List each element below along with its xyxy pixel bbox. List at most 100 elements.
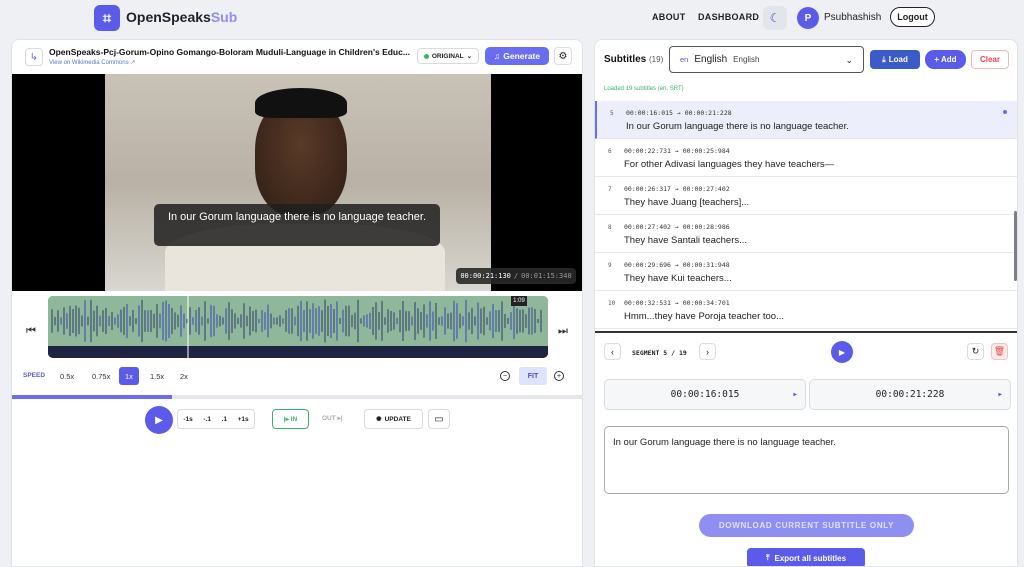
cursor-time-label: 1:09 [511, 296, 527, 306]
upload-icon: ⤒ [765, 553, 770, 562]
lang-name: English [694, 54, 728, 65]
step-back-01[interactable]: -.1 [203, 416, 211, 423]
row-number: 6 [608, 148, 612, 155]
zoom-in-icon[interactable]: + [554, 371, 564, 381]
minimap-strip [48, 346, 548, 358]
video-panel: ↳ OpenSpeaks-Pcj-Gorum-Opino Gomango-Bol… [11, 39, 583, 567]
update-label: UPDATE [384, 415, 411, 423]
top-nav: ⌗ OpenSpeaksSub ABOUT DASHBOARD ☾ P Psub… [0, 0, 1024, 36]
video-caption: In our Gorum language there is no langua… [154, 204, 440, 246]
speed-0-5x[interactable]: 0.5x [54, 367, 80, 385]
end-time-field[interactable]: 00:00:21:228 ▶ [809, 379, 1011, 410]
source-text: View on Wikimedia Commons [49, 60, 129, 66]
out-icon: ▸| [337, 415, 343, 422]
update-button[interactable]: ✺ UPDATE [364, 409, 423, 429]
clear-button[interactable]: Clear [971, 50, 1009, 69]
dark-mode-icon[interactable]: ☾ [763, 6, 787, 30]
set-out-button[interactable]: OUT ▸| [322, 414, 343, 422]
download-current-button[interactable]: DOWNLOAD CURRENT SUBTITLE ONLY [699, 514, 914, 537]
loaded-message: Loaded 19 subtitles (en, SRT) [604, 86, 684, 92]
subtitle-row[interactable]: 6 00:00:22:731 → 00:00:25:984 For other … [595, 139, 1017, 177]
delete-icon[interactable]: 🗑 [991, 343, 1008, 360]
play-start-icon[interactable]: ▶ [793, 391, 797, 398]
subtitle-row[interactable]: 5 00:00:16:015 → 00:00:21:228 In our Gor… [595, 101, 1017, 139]
row-text: In our Gorum language there is no langua… [626, 121, 849, 132]
speed-2x[interactable]: 2x [174, 367, 194, 385]
row-text: They have Kui teachers... [624, 273, 732, 284]
divider [595, 331, 1017, 333]
load-button[interactable]: ⤓ Load [870, 50, 920, 69]
segment-label: SEGMENT 5 / 19 [632, 349, 687, 357]
start-time-field[interactable]: 00:00:16:015 ▶ [604, 379, 806, 410]
play-button[interactable]: ▶ [145, 406, 173, 434]
add-button[interactable]: + Add [925, 50, 966, 69]
playback-progress[interactable] [12, 395, 582, 399]
in-label: IN [290, 415, 298, 423]
wikimedia-link[interactable]: View on Wikimedia Commons ↗ [49, 59, 135, 66]
time-separator: / [513, 272, 519, 280]
segment-play-button[interactable]: ▶ [831, 341, 853, 363]
brand-name[interactable]: OpenSpeaksSub [126, 9, 237, 25]
video-player[interactable]: In our Gorum language there is no langua… [12, 74, 582, 294]
waveform[interactable]: 1:09 [48, 296, 548, 358]
chevron-down-icon: ⌄ [845, 55, 853, 65]
speed-label: SPEED [23, 372, 46, 379]
fit-button[interactable]: FIT [519, 367, 547, 385]
duration: 00:01:15:340 [521, 272, 572, 280]
speed-1x[interactable]: 1x [119, 367, 139, 385]
back-icon[interactable]: ↳ [25, 48, 43, 66]
download-icon: ⤓ [882, 54, 886, 64]
row-time: 00:00:26:317 → 00:00:27:402 [624, 185, 730, 193]
prev-segment-icon[interactable]: ‹ [604, 343, 621, 360]
subtitle-row[interactable]: 9 00:00:29:696 → 00:00:31:948 They have … [595, 253, 1017, 291]
row-time: 00:00:16:015 → 00:00:21:228 [626, 109, 732, 117]
skip-start-icon[interactable]: ⏮ [26, 325, 36, 338]
music-note-icon: ♫ [493, 51, 501, 61]
nav-dashboard[interactable]: DASHBOARD [698, 12, 759, 22]
nav-about[interactable]: ABOUT [652, 12, 686, 22]
play-end-icon[interactable]: ▶ [998, 391, 1002, 398]
skip-end-icon[interactable]: ⏭ [558, 325, 568, 338]
segment-nav: ‹ SEGMENT 5 / 19 › ▶ ↻ 🗑 [595, 340, 1017, 366]
original-track-select[interactable]: ORIGINAL ⌄ [417, 48, 479, 64]
gear-icon[interactable]: ⚙ [554, 47, 572, 65]
row-time: 00:00:27:402 → 00:00:28:986 [624, 223, 730, 231]
list-scrollbar[interactable] [1014, 211, 1017, 281]
subtitle-row[interactable]: 8 00:00:27:402 → 00:00:28:986 They have … [595, 215, 1017, 253]
speaker-hair [255, 88, 347, 118]
active-dot-icon [1003, 110, 1007, 114]
step-back-1s[interactable]: -1s [183, 416, 192, 423]
row-time: 00:00:32:531 → 00:00:34:701 [624, 299, 730, 307]
redo-icon[interactable]: ↻ [967, 343, 984, 360]
logout-button[interactable]: Logout [890, 7, 935, 27]
username: Psubhashish [824, 12, 882, 23]
subtitle-row[interactable]: 10 00:00:32:531 → 00:00:34:701 Hmm...the… [595, 291, 1017, 329]
next-segment-icon[interactable]: › [699, 343, 716, 360]
subtitle-row[interactable]: 7 00:00:26:317 → 00:00:27:402 They have … [595, 177, 1017, 215]
lang-native: English [733, 55, 760, 64]
comment-icon[interactable]: ▭ [428, 409, 450, 429]
step-fwd-01[interactable]: .1 [222, 416, 227, 423]
language-select[interactable]: en English English ⌄ [669, 46, 864, 73]
row-text: They have Santali teachers... [624, 235, 748, 246]
export-all-button[interactable]: ⤒ Export all subtitles [747, 548, 865, 566]
generate-label: Generate [503, 51, 541, 61]
lang-code: en [680, 55, 689, 64]
external-link-icon: ↗ [130, 60, 136, 66]
progress-fill [12, 395, 173, 399]
step-controls: -1s -.1 .1 +1s [177, 409, 255, 429]
speed-0-75x[interactable]: 0.75x [86, 367, 116, 385]
app-logo[interactable]: ⌗ [94, 5, 120, 31]
zoom-out-icon[interactable]: − [500, 371, 510, 381]
row-number: 5 [610, 110, 614, 117]
step-fwd-1s[interactable]: +1s [238, 416, 249, 423]
subtitle-list: 5 00:00:16:015 → 00:00:21:228 In our Gor… [595, 101, 1017, 329]
generate-button[interactable]: ♫ Generate [485, 47, 549, 65]
original-label: ORIGINAL [431, 52, 464, 60]
avatar[interactable]: P [797, 7, 819, 29]
subtitle-text-input[interactable]: In our Gorum language there is no langua… [604, 426, 1009, 494]
row-number: 8 [608, 224, 612, 231]
set-in-button[interactable]: |▸ IN [272, 409, 309, 429]
speed-1-5x[interactable]: 1.5x [144, 367, 170, 385]
current-time: 00:00:21:130 [460, 272, 511, 280]
